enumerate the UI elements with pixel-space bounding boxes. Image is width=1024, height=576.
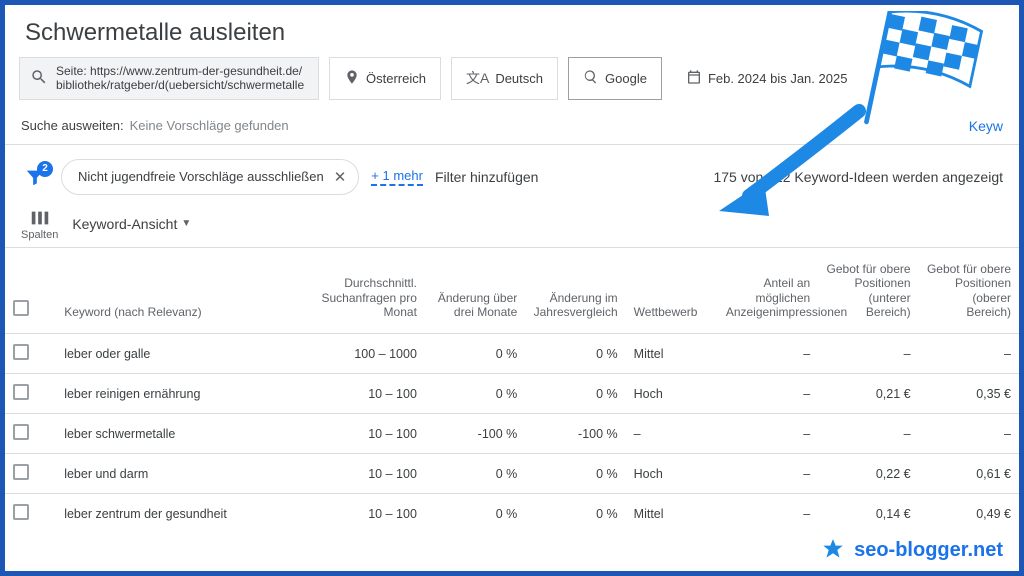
cell-bid-low: – (818, 334, 918, 374)
cell-change-3m: 0 % (425, 374, 525, 414)
row-checkbox[interactable] (13, 424, 29, 440)
site-filter-text: Seite: https://www.zentrum-der-gesundhei… (56, 64, 308, 93)
network-filter[interactable]: Google (568, 57, 662, 100)
cell-competition: Hoch (626, 374, 718, 414)
more-filters-link[interactable]: + 1 mehr (371, 168, 423, 186)
chevron-down-icon: ▼ (181, 218, 191, 229)
calendar-icon (686, 69, 702, 88)
cell-keyword[interactable]: leber zentrum der gesundheit (56, 494, 292, 534)
cell-change-3m: 0 % (425, 494, 525, 534)
col-impr-share[interactable]: Anteil an möglichen Anzeigenimpressionen (718, 247, 818, 334)
cell-bid-high: 0,61 € (919, 454, 1019, 494)
close-icon[interactable]: ✕ (334, 168, 347, 186)
cell-change-yoy: 0 % (525, 334, 625, 374)
cell-change-3m: -100 % (425, 414, 525, 454)
cell-volume: 10 – 100 (292, 374, 425, 414)
cell-bid-low: – (818, 414, 918, 454)
cell-competition: Hoch (626, 454, 718, 494)
expand-search-row: Suche ausweiten: Keine Vorschläge gefund… (5, 108, 1019, 145)
country-filter[interactable]: Österreich (329, 57, 441, 100)
cell-competition: – (626, 414, 718, 454)
col-change-3m[interactable]: Änderung über drei Monate (425, 247, 525, 334)
cell-keyword[interactable]: leber schwermetalle (56, 414, 292, 454)
cell-change-3m: 0 % (425, 334, 525, 374)
cell-volume: 100 – 1000 (292, 334, 425, 374)
view-row: Spalten Keyword-Ansicht ▼ (5, 199, 1019, 247)
brand-watermark: seo-blogger.net (820, 537, 1003, 563)
cell-change-yoy: 0 % (525, 454, 625, 494)
cell-keyword[interactable]: leber reinigen ernährung (56, 374, 292, 414)
cell-keyword[interactable]: leber und darm (56, 454, 292, 494)
cell-impr-share: – (718, 494, 818, 534)
cell-change-yoy: -100 % (525, 414, 625, 454)
cell-bid-high: 0,49 € (919, 494, 1019, 534)
date-range-filter[interactable]: Feb. 2024 bis Jan. 2025 (672, 57, 862, 100)
row-checkbox[interactable] (13, 344, 29, 360)
add-filter-link[interactable]: Filter hinzufügen (435, 169, 539, 185)
expand-search-label: Suche ausweiten: (21, 118, 124, 133)
view-dropdown[interactable]: Keyword-Ansicht ▼ (72, 216, 191, 232)
view-dropdown-label: Keyword-Ansicht (72, 216, 177, 232)
cell-volume: 10 – 100 (292, 494, 425, 534)
cell-bid-high: – (919, 334, 1019, 374)
cell-bid-low: 0,14 € (818, 494, 918, 534)
table-row: leber reinigen ernährung10 – 1000 %0 %Ho… (5, 374, 1019, 414)
cell-keyword[interactable]: leber oder galle (56, 334, 292, 374)
row-checkbox[interactable] (13, 384, 29, 400)
cell-bid-high: 0,35 € (919, 374, 1019, 414)
cell-impr-share: – (718, 414, 818, 454)
translate-icon: 文A (466, 68, 489, 88)
table-row: leber zentrum der gesundheit10 – 1000 %0… (5, 494, 1019, 534)
language-filter[interactable]: 文A Deutsch (451, 57, 558, 100)
results-count: 175 von 222 Keyword-Ideen werden angezei… (713, 169, 1003, 185)
cell-volume: 10 – 100 (292, 414, 425, 454)
filters-chip-row: 2 Nicht jugendfreie Vorschläge ausschlie… (5, 145, 1019, 199)
cell-impr-share: – (718, 374, 818, 414)
active-filters-count: 2 (37, 161, 53, 177)
expand-search-value: Keine Vorschläge gefunden (130, 118, 969, 133)
active-filters-icon[interactable]: 2 (21, 163, 49, 191)
brand-watermark-label: seo-blogger.net (854, 539, 1003, 562)
table-row: leber und darm10 – 1000 %0 %Hoch–0,22 €0… (5, 454, 1019, 494)
columns-button-label: Spalten (21, 229, 58, 241)
search-network-icon (583, 69, 599, 88)
col-competition[interactable]: Wettbewerb (626, 247, 718, 334)
row-checkbox[interactable] (13, 464, 29, 480)
col-volume[interactable]: Durchschnittl. Suchanfragen pro Monat (292, 247, 425, 334)
adult-filter-chip-label: Nicht jugendfreie Vorschläge ausschließe… (78, 169, 324, 184)
location-pin-icon (344, 69, 360, 88)
cell-impr-share: – (718, 454, 818, 494)
cell-change-3m: 0 % (425, 454, 525, 494)
network-filter-label: Google (605, 71, 647, 86)
cell-impr-share: – (718, 334, 818, 374)
table-row: leber oder galle100 – 10000 %0 %Mittel––… (5, 334, 1019, 374)
country-filter-label: Österreich (366, 71, 426, 86)
date-range-label: Feb. 2024 bis Jan. 2025 (708, 71, 848, 86)
col-keyword[interactable]: Keyword (nach Relevanz) (56, 247, 292, 334)
select-all-checkbox[interactable] (13, 300, 29, 316)
search-icon (30, 68, 48, 89)
col-change-yoy[interactable]: Änderung im Jahresvergleich (525, 247, 625, 334)
col-bid-high[interactable]: Gebot für obere Positionen (oberer Berei… (919, 247, 1019, 334)
cell-bid-low: 0,22 € (818, 454, 918, 494)
cell-change-yoy: 0 % (525, 374, 625, 414)
language-filter-label: Deutsch (495, 71, 543, 86)
filter-bar: Seite: https://www.zentrum-der-gesundhei… (5, 53, 1019, 108)
keyword-table: Keyword (nach Relevanz) Durchschnittl. S… (5, 247, 1019, 534)
cell-competition: Mittel (626, 334, 718, 374)
cell-bid-low: 0,21 € (818, 374, 918, 414)
cell-bid-high: – (919, 414, 1019, 454)
columns-button[interactable]: Spalten (21, 207, 58, 241)
adult-filter-chip[interactable]: Nicht jugendfreie Vorschläge ausschließe… (61, 159, 359, 195)
row-checkbox[interactable] (13, 504, 29, 520)
site-filter[interactable]: Seite: https://www.zentrum-der-gesundhei… (19, 57, 319, 100)
cell-competition: Mittel (626, 494, 718, 534)
cell-change-yoy: 0 % (525, 494, 625, 534)
table-row: leber schwermetalle10 – 100-100 %-100 %–… (5, 414, 1019, 454)
col-bid-low[interactable]: Gebot für obere Positionen (unterer Bere… (818, 247, 918, 334)
keyword-link-cut[interactable]: Keyw (969, 118, 1003, 134)
page-title: Schwermetalle ausleiten (5, 5, 1019, 53)
cell-volume: 10 – 100 (292, 454, 425, 494)
